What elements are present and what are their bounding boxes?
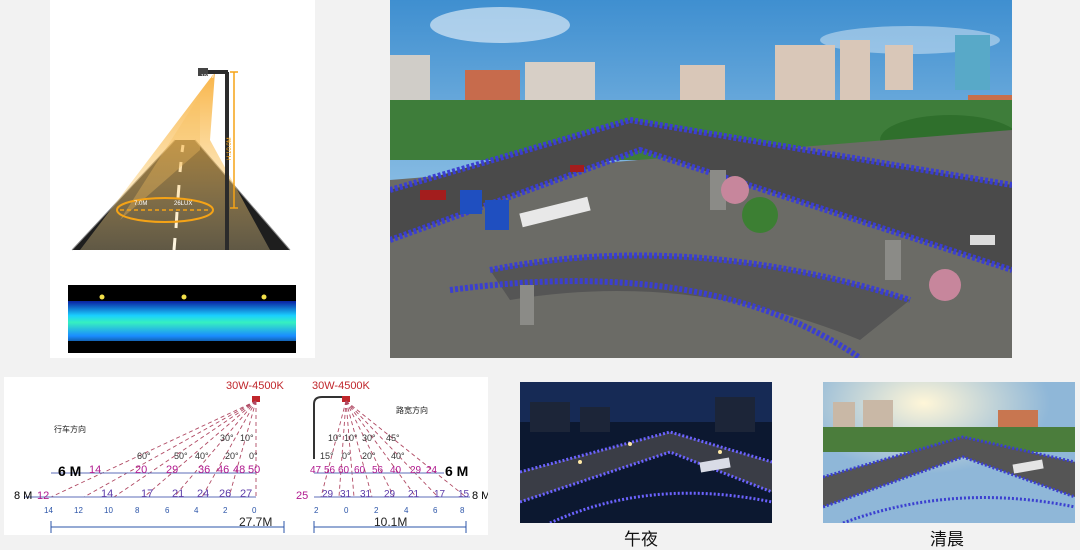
light-distribution-diagram: 30W-4500K 行车方向 30° 10° 60° 50° 40° 20° 0…: [4, 377, 488, 535]
right-purple-value: 31: [360, 489, 372, 500]
right-magenta-value: 29: [410, 465, 422, 476]
left-direction-label: 行车方向: [54, 424, 86, 434]
left-angle: 60°: [137, 451, 151, 461]
right-angle: 45°: [386, 433, 400, 443]
left-magenta-value: 14: [89, 464, 101, 476]
left-magenta-value: 12: [37, 490, 49, 502]
right-purple-value: 21: [408, 489, 420, 500]
lamp-dot: [181, 294, 187, 300]
pole-height-label: H:10.0M: [227, 137, 233, 160]
width-label: 7.0M: [134, 201, 147, 207]
right-magenta-value: 60: [354, 465, 366, 476]
left-magenta-value: 36: [198, 464, 210, 476]
right-angle: 0°: [342, 451, 351, 461]
right-angle: 30°: [362, 433, 376, 443]
lamp-dot: [261, 294, 267, 300]
right-magenta-value: 60: [338, 465, 350, 476]
left-angle: 50°: [174, 451, 188, 461]
left-axis-tick: 14: [44, 506, 53, 515]
right-axis-tick: 4: [404, 506, 409, 515]
left-purple-value: 26: [219, 488, 231, 500]
morning-rendering: [823, 382, 1075, 523]
right-purple-value: 17: [434, 489, 446, 500]
right-magenta-value: 40: [390, 465, 402, 476]
right-magenta-value: 56: [324, 465, 336, 476]
left-purple-value: 17: [141, 488, 153, 500]
right-axis-tick: 8: [460, 506, 465, 515]
right-magenta-value: 47: [310, 465, 322, 476]
right-angle: 20°: [362, 451, 376, 461]
left-axis-tick: 8: [135, 506, 140, 515]
right-span-label: 10.1M: [374, 515, 407, 529]
left-angle: 0°: [249, 451, 258, 461]
right-row-label: 8 M: [472, 490, 488, 502]
left-height-label: 6 M: [58, 463, 81, 479]
left-axis-tick: 2: [223, 506, 228, 515]
left-purple-value: 27: [240, 488, 252, 500]
left-purple-value: 24: [197, 488, 209, 500]
left-magenta-value: 48: [233, 464, 245, 476]
left-purple-value: 21: [172, 488, 184, 500]
left-magenta-value: 29: [166, 464, 178, 476]
lamp-label: 100W: [201, 74, 214, 80]
lux-label: 26LUX: [174, 201, 192, 207]
left-row-label: 8 M: [14, 490, 32, 502]
night-caption: 午夜: [624, 530, 658, 550]
right-axis-tick: 2: [314, 506, 319, 515]
left-axis-tick: 6: [165, 506, 170, 515]
right-angle: 40°: [391, 451, 405, 461]
right-angle: 15°: [320, 451, 334, 461]
left-axis-tick: 0: [252, 506, 257, 515]
right-lamp-label: 30W-4500K: [312, 380, 371, 392]
road-lighting-diagram: 7.0M 26LUX 100W H:10.0M: [50, 0, 315, 358]
left-angle: 30°: [220, 433, 234, 443]
right-angle: 10°: [328, 433, 342, 443]
right-pole: [313, 396, 344, 459]
right-purple-value: 29: [384, 489, 396, 500]
right-purple-value: 31: [340, 489, 352, 500]
left-span-label: 27.7M: [239, 515, 272, 529]
road-sign: [460, 190, 482, 214]
right-height-label: 6 M: [445, 463, 468, 479]
right-direction-label: 路宽方向: [396, 405, 428, 415]
right-magenta-value: 24: [426, 465, 438, 476]
left-lamp-label: 30W-4500K: [226, 380, 285, 392]
left-axis-tick: 12: [74, 506, 83, 515]
left-magenta-value: 20: [135, 464, 147, 476]
right-purple-value: 29: [322, 489, 334, 500]
road-sign: [485, 200, 509, 230]
right-purple-value: 15: [458, 489, 470, 500]
right-angle: 10°: [344, 433, 358, 443]
left-angle: 20°: [225, 451, 239, 461]
right-purple-value: 25: [296, 490, 308, 502]
street-pole: [225, 72, 229, 250]
right-axis-tick: 2: [374, 506, 379, 515]
right-axis-tick: 6: [433, 506, 438, 515]
left-angle: 10°: [240, 433, 254, 443]
right-axis-tick: 0: [344, 506, 349, 515]
left-purple-value: 14: [101, 488, 113, 500]
lamp-dot: [99, 294, 105, 300]
left-axis-tick: 10: [104, 506, 113, 515]
left-axis-tick: 4: [194, 506, 199, 515]
night-rendering: [520, 382, 772, 523]
interchange-rendering: [390, 0, 1012, 358]
left-magenta-value: 46: [217, 464, 229, 476]
left-angle: 40°: [195, 451, 209, 461]
left-magenta-value: 50: [248, 464, 260, 476]
morning-caption: 清晨: [930, 530, 964, 550]
right-magenta-value: 56: [372, 465, 384, 476]
